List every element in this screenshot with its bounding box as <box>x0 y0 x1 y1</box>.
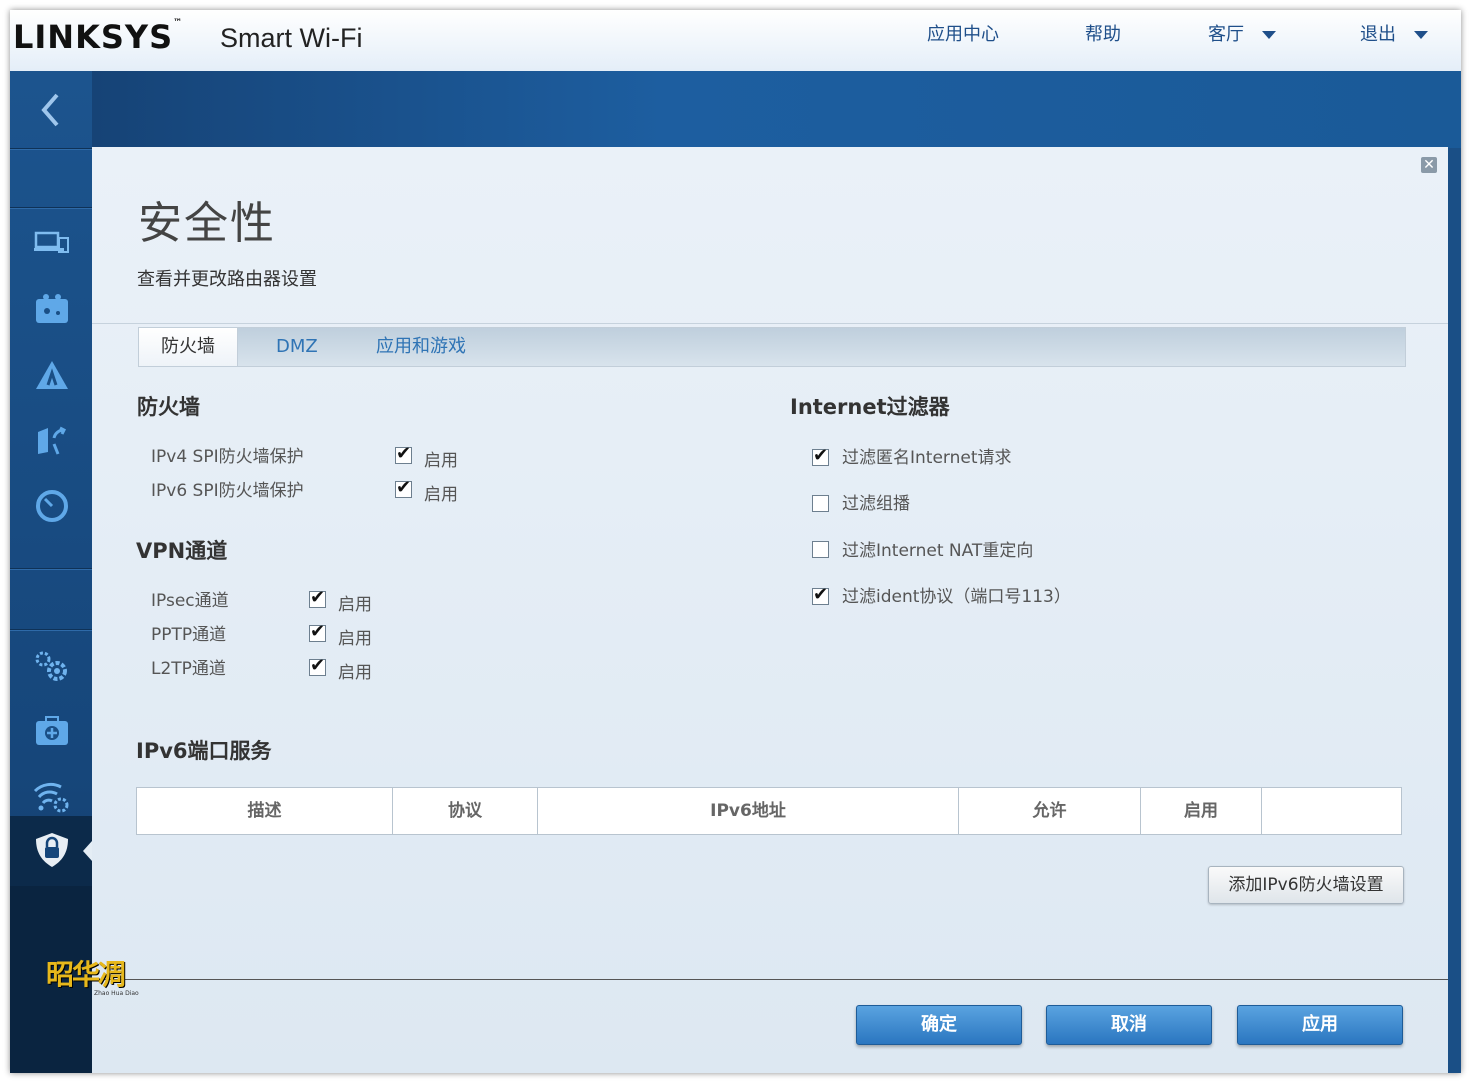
pptp-enable-label: 启用 <box>338 629 372 649</box>
close-icon[interactable]: ✕ <box>1421 157 1437 173</box>
ipv4-spi-label: IPv4 SPI防火墙保护 <box>151 447 304 467</box>
back-button[interactable] <box>10 71 92 148</box>
ipv6-port-services-heading: IPv6端口服务 <box>136 739 272 763</box>
filter-anonymous-label: 过滤匿名Internet请求 <box>842 448 1012 468</box>
troubleshoot-icon <box>36 716 68 745</box>
l2tp-label: L2TP通道 <box>151 659 226 679</box>
footer-divider <box>92 979 1448 980</box>
security-panel: ✕ 安全性 查看并更改路由器设置 防火墙 DMZ 应用和游戏 防火墙 IPv4 … <box>92 147 1448 1073</box>
wifi-settings-icon <box>33 782 69 813</box>
tab-bar: 防火墙 DMZ 应用和游戏 <box>138 327 1406 367</box>
ipsec-label: IPsec通道 <box>151 591 229 611</box>
filter-multicast-label: 过滤组播 <box>842 494 910 514</box>
product-name: Smart Wi-Fi <box>220 23 363 53</box>
ipsec-checkbox[interactable] <box>309 587 326 608</box>
header-band <box>10 71 1461 148</box>
add-ipv6-firewall-button[interactable]: 添加IPv6防火墙设置 <box>1208 866 1404 904</box>
nav-living-room[interactable]: 客厅 <box>1208 20 1276 46</box>
speed-icon <box>36 490 68 522</box>
back-arrow-icon <box>41 93 59 126</box>
security-icon <box>32 831 72 873</box>
devices-icon <box>34 231 69 253</box>
column-header-protocol: 协议 <box>393 788 538 834</box>
sidebar-item-guest[interactable] <box>32 355 72 395</box>
sidebar <box>10 71 92 1073</box>
watermark-subtext: Zhao Hua Diao <box>94 990 139 997</box>
vpn-heading: VPN通道 <box>136 539 228 563</box>
sidebar-item-security[interactable] <box>10 816 92 886</box>
chevron-down-icon <box>1262 31 1276 39</box>
top-bar: LINKSYS™ Smart Wi-Fi 应用中心 帮助 客厅 退出 <box>10 10 1461 72</box>
sidebar-item-troubleshoot[interactable] <box>32 711 72 751</box>
ipv6-spi-enable-label: 启用 <box>424 485 458 505</box>
page-title: 安全性 <box>138 198 276 249</box>
column-header-ipv6-address: IPv6地址 <box>538 788 959 834</box>
nav-app-center[interactable]: 应用中心 <box>927 20 999 46</box>
pptp-checkbox[interactable] <box>309 621 326 642</box>
tab-firewall[interactable]: 防火墙 <box>139 328 238 366</box>
filter-multicast-checkbox[interactable] <box>812 495 829 512</box>
filter-ident-label: 过滤ident协议（端口号113） <box>842 587 1071 607</box>
column-header-actions <box>1262 788 1401 834</box>
app-window: LINKSYS™ Smart Wi-Fi 应用中心 帮助 客厅 退出 ✕ 安全性… <box>10 10 1461 1073</box>
filter-nat-redirect-label: 过滤Internet NAT重定向 <box>842 541 1034 561</box>
pptp-label: PPTP通道 <box>151 625 227 645</box>
sidebar-item-speed[interactable] <box>32 486 72 526</box>
sidebar-item-media[interactable] <box>32 421 72 461</box>
active-pointer <box>83 841 92 861</box>
tab-apps-games[interactable]: 应用和游戏 <box>354 328 488 366</box>
ipv4-spi-checkbox[interactable] <box>395 443 412 464</box>
apply-button[interactable]: 应用 <box>1237 1005 1403 1045</box>
nav-living-room-label: 客厅 <box>1208 24 1244 45</box>
column-header-enable: 启用 <box>1141 788 1262 834</box>
ipv6-spi-label: IPv6 SPI防火墙保护 <box>151 481 304 501</box>
ipv6-spi-checkbox[interactable] <box>395 477 412 498</box>
tab-dmz[interactable]: DMZ <box>254 328 340 366</box>
column-header-description: 描述 <box>137 788 393 834</box>
ipsec-enable-label: 启用 <box>338 595 372 615</box>
sidebar-item-devices[interactable] <box>32 223 72 263</box>
page-subtitle: 查看并更改路由器设置 <box>137 269 317 290</box>
sidebar-item-wireless[interactable] <box>32 776 72 816</box>
media-icon <box>38 426 67 455</box>
sidebar-item-settings[interactable] <box>32 646 72 686</box>
l2tp-enable-label: 启用 <box>338 663 372 683</box>
l2tp-checkbox[interactable] <box>309 655 326 676</box>
nav-logout[interactable]: 退出 <box>1360 20 1428 46</box>
column-header-allow: 允许 <box>959 788 1141 834</box>
filter-nat-redirect-checkbox[interactable] <box>812 541 829 558</box>
parental-icon <box>36 294 68 323</box>
nav-logout-label: 退出 <box>1360 24 1396 45</box>
divider <box>92 323 1448 324</box>
settings-icon <box>35 651 67 681</box>
sidebar-item-parental[interactable] <box>32 289 72 329</box>
watermark-logo: 昭华凋 <box>46 958 126 991</box>
nav-help[interactable]: 帮助 <box>1085 20 1121 46</box>
linksys-logo: LINKSYS™ <box>13 18 184 56</box>
firewall-heading: 防火墙 <box>137 395 200 419</box>
filter-anonymous-checkbox[interactable] <box>812 445 829 466</box>
filter-ident-checkbox[interactable] <box>812 584 829 605</box>
ipv4-spi-enable-label: 启用 <box>424 451 458 471</box>
cancel-button[interactable]: 取消 <box>1046 1005 1212 1045</box>
chevron-down-icon <box>1414 31 1428 39</box>
warning-icon <box>36 361 68 389</box>
ok-button[interactable]: 确定 <box>856 1005 1022 1045</box>
ipv6-services-table: 描述 协议 IPv6地址 允许 启用 <box>136 787 1402 835</box>
internet-filters-heading: Internet过滤器 <box>790 395 950 419</box>
